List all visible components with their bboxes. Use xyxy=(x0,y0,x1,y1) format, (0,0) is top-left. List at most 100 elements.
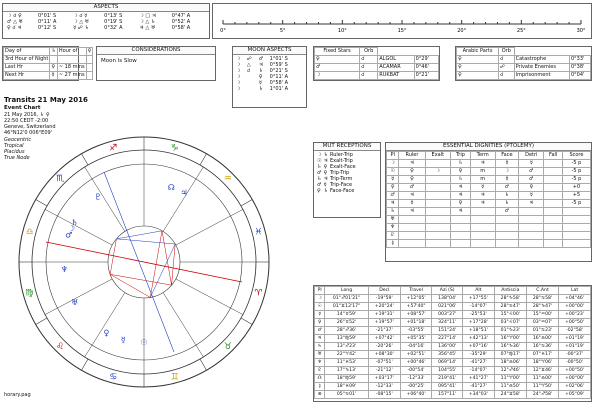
table-cell: 22°♈42' xyxy=(324,350,369,359)
table-cell xyxy=(450,215,471,224)
table-cell xyxy=(469,223,496,232)
table-cell: ♀ xyxy=(455,63,500,72)
day-hour-cell: Last Hr xyxy=(2,63,51,72)
table-cell: 0°46' xyxy=(413,63,440,72)
planet-glyph: ☿ xyxy=(121,335,126,344)
table-cell xyxy=(424,159,452,168)
dignities-table: Pl Ruler Exalt Trip Term Face Detri Fall Score ☽ ♃… xyxy=(385,151,592,248)
table-cell xyxy=(424,191,452,200)
strip-tick-label: 15° xyxy=(398,28,407,34)
table-cell: ♂ xyxy=(494,207,520,216)
table-cell: 07°♓17' xyxy=(525,350,560,359)
table-cell: Catastrophe xyxy=(513,55,571,64)
table-cell xyxy=(543,191,563,200)
table-cell: ♃ xyxy=(450,191,471,200)
dignity-row: ☉ ♀ ☽ ♀ m ☽ ♂ -5 p xyxy=(385,167,592,176)
position-row: ☉ 01°♊12'17" +20°24' +57'40" 021°06' -14°07' 2… xyxy=(313,302,591,311)
table-cell: +12°05' xyxy=(399,294,433,303)
table-cell: ♀ xyxy=(313,55,361,64)
table-cell xyxy=(543,175,563,184)
table-cell: -41°27' xyxy=(461,382,495,391)
mut-receptions-table: ☽ ♄ Ruler-Trip ☉ ♃ Exalt-Trip ♄ ♀ Exalt-Face ♂ ♀ Tr… xyxy=(316,152,357,194)
table-cell: ALGOL xyxy=(377,55,415,64)
table-cell: 0°29' xyxy=(413,55,440,64)
table-cell: -00°50' xyxy=(558,358,591,367)
moon-aspect-row: ☽ ♄ 1°01' A xyxy=(235,86,303,92)
column-header: Exalt xyxy=(424,151,452,160)
position-row: ♇ 17°♑13' -21°12' -00°54' 104°55' -14°07' 12°♐… xyxy=(313,366,591,375)
table-cell: ♀ xyxy=(450,199,471,208)
table-cell: +18°51' xyxy=(461,326,495,335)
table-cell: ☿ xyxy=(518,159,545,168)
table-cell: +06°40' xyxy=(399,390,433,399)
table-cell: 003°27' xyxy=(431,310,463,319)
table-cell: 14°♉59' xyxy=(324,310,369,319)
dignities-title: ESSENTIAL DIGNITIES (PTOLEMY) xyxy=(386,143,591,151)
dignity-row: ⚷ xyxy=(385,239,592,248)
dignity-row: ♀ ♂ ♃ ☿ ♂ ♀ +0 xyxy=(385,183,592,192)
chart-subtitle: Event Chart xyxy=(4,105,41,111)
position-row: ♅ 22°♈42' +08°30' +02°51' 356°45' -35°29' 07°♍… xyxy=(313,350,591,359)
table-cell: 0°12' S xyxy=(37,25,57,31)
dignity-row: ♆ xyxy=(385,223,592,232)
day-hour-table: Day of ♄ Hour of ♀ 3rd Hour of Night Last Hr ♀… xyxy=(2,47,94,80)
zodiac-sign-glyph: ♋ xyxy=(109,372,117,382)
table-cell xyxy=(518,207,545,216)
table-cell xyxy=(494,215,520,224)
table-cell: +08°30' xyxy=(367,350,401,359)
day-hour-cell: ~ 18 mins xyxy=(56,63,87,72)
sign-divider xyxy=(199,153,207,166)
positions-panel: Pl Long Decl Travel Azi (S) Alt Antiscia C.Ant L… xyxy=(313,285,592,402)
table-cell: +00°23' xyxy=(558,310,591,319)
table-cell: 138°04' xyxy=(431,294,463,303)
table-cell: +03°17' xyxy=(367,374,401,383)
dignity-row: ☿ ♀ ♄ m ☿ ♂ -5 p xyxy=(385,175,592,184)
sign-divider xyxy=(199,358,207,371)
zodiac-sign-glyph: ♍ xyxy=(25,289,33,299)
column-header: Detri xyxy=(518,151,545,160)
table-cell: +17°28' xyxy=(461,318,495,327)
column-header: Lat xyxy=(558,286,591,295)
table-cell: -00°54' xyxy=(399,366,433,375)
table-cell: 136°00' xyxy=(431,342,463,351)
table-cell: 16°♈00' xyxy=(493,334,527,343)
table-cell: ☿ xyxy=(398,199,426,208)
table-cell xyxy=(543,207,563,216)
table-cell: +07°42' xyxy=(367,334,401,343)
sign-divider xyxy=(81,153,89,166)
column-header: Term xyxy=(469,151,496,160)
table-cell: ♀ xyxy=(313,318,326,327)
fixed-stars-panel: Fixed Stars Orb ♀ ☌ ALGOL 0°29' ♂ ☌ ACAMAR 0°46' ☽… xyxy=(313,46,440,81)
table-cell: 0°33' xyxy=(569,55,591,64)
table-cell: ♄ xyxy=(313,342,326,351)
day-hour-cell: 3rd Hour of Night xyxy=(2,55,51,64)
day-hour-cell: Next Hr xyxy=(2,71,51,80)
table-cell: 18°♈06' xyxy=(525,358,560,367)
table-cell xyxy=(469,207,496,216)
table-cell: 095°41' xyxy=(431,382,463,391)
table-cell: ♄ xyxy=(385,207,400,216)
table-cell: 11°♎00' xyxy=(525,374,560,383)
strip-tick-label: 0° xyxy=(220,28,226,34)
table-cell: 24°♊58' xyxy=(493,390,527,399)
table-cell: 13°♍59' xyxy=(324,334,369,343)
day-hour-cell: ~ 27 mins xyxy=(56,71,87,80)
table-cell: ♂ xyxy=(385,191,400,200)
day-hour-cell: ♀ xyxy=(49,63,58,72)
table-cell: ☽ xyxy=(424,167,452,176)
dignity-row: ♅ xyxy=(385,215,592,224)
position-row: ☿ 14°♉59' +19°31' +08°57' 003°27' -25°53' 15°♌… xyxy=(313,310,591,319)
arabic-parts-panel: Arabic Parts Orb ♀ ☌ Catastrophe 0°33' ♀ ☍ Priva… xyxy=(455,46,592,81)
table-cell: 18°♎06' xyxy=(493,358,527,367)
table-cell: +0 xyxy=(561,183,592,192)
day-hour-cell: ♀ xyxy=(85,47,94,56)
planet-glyph: ♇ xyxy=(95,192,102,201)
table-cell: ♄ xyxy=(450,159,471,168)
table-cell xyxy=(561,231,592,240)
table-cell: -07°51' xyxy=(367,358,401,367)
table-cell: ♄ xyxy=(494,199,520,208)
table-cell: ♄ xyxy=(494,191,520,200)
day-hour-cell xyxy=(85,55,94,64)
table-cell: ♅ xyxy=(313,350,326,359)
table-cell: ⚷ xyxy=(385,239,400,248)
